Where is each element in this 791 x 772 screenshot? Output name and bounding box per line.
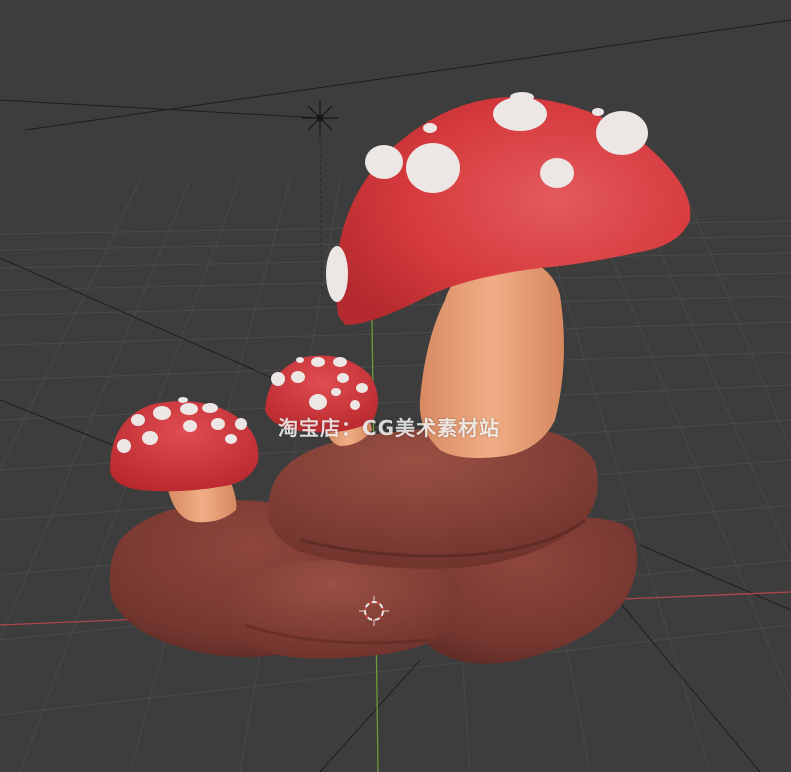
3d-viewport[interactable]: 淘宝店：CG美术素材站 (0, 0, 791, 772)
view-guide-lines (0, 19, 791, 772)
watermark-text: 淘宝店：CG美术素材站 (278, 416, 501, 440)
mushroom-small[interactable] (110, 397, 259, 523)
